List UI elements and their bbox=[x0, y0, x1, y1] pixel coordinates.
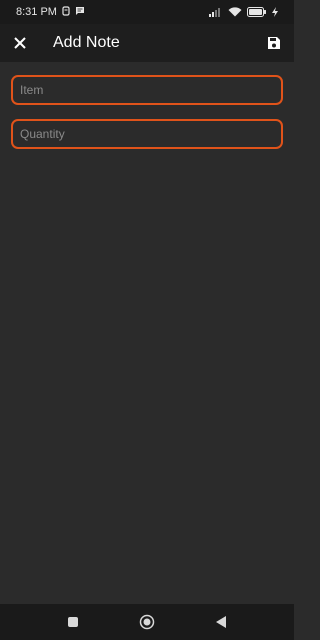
item-input[interactable] bbox=[13, 83, 281, 97]
quantity-input[interactable] bbox=[13, 127, 281, 141]
system-nav-bar bbox=[0, 604, 294, 640]
app-notification-icon bbox=[62, 5, 70, 19]
close-icon bbox=[14, 37, 26, 49]
wifi-icon bbox=[228, 7, 242, 17]
recents-square-icon bbox=[68, 617, 78, 627]
back-button[interactable] bbox=[209, 610, 233, 634]
save-button[interactable] bbox=[254, 24, 294, 62]
message-notification-icon bbox=[75, 6, 85, 19]
home-circle-icon bbox=[139, 614, 155, 630]
signal-icon bbox=[209, 7, 223, 17]
note-form bbox=[0, 62, 294, 604]
quantity-field[interactable] bbox=[11, 119, 283, 149]
status-bar: 8:31 PM bbox=[0, 0, 294, 24]
back-triangle-icon bbox=[216, 616, 226, 628]
app-bar: Add Note bbox=[0, 24, 294, 62]
battery-icon bbox=[247, 7, 267, 17]
recents-button[interactable] bbox=[61, 610, 85, 634]
page-title: Add Note bbox=[53, 34, 120, 51]
charging-icon bbox=[272, 7, 278, 17]
home-button[interactable] bbox=[135, 610, 159, 634]
status-time: 8:31 PM bbox=[16, 6, 57, 18]
item-field[interactable] bbox=[11, 75, 283, 105]
close-button[interactable] bbox=[0, 24, 40, 62]
save-icon bbox=[268, 37, 280, 49]
status-left: 8:31 PM bbox=[16, 5, 85, 19]
status-right bbox=[209, 7, 278, 17]
